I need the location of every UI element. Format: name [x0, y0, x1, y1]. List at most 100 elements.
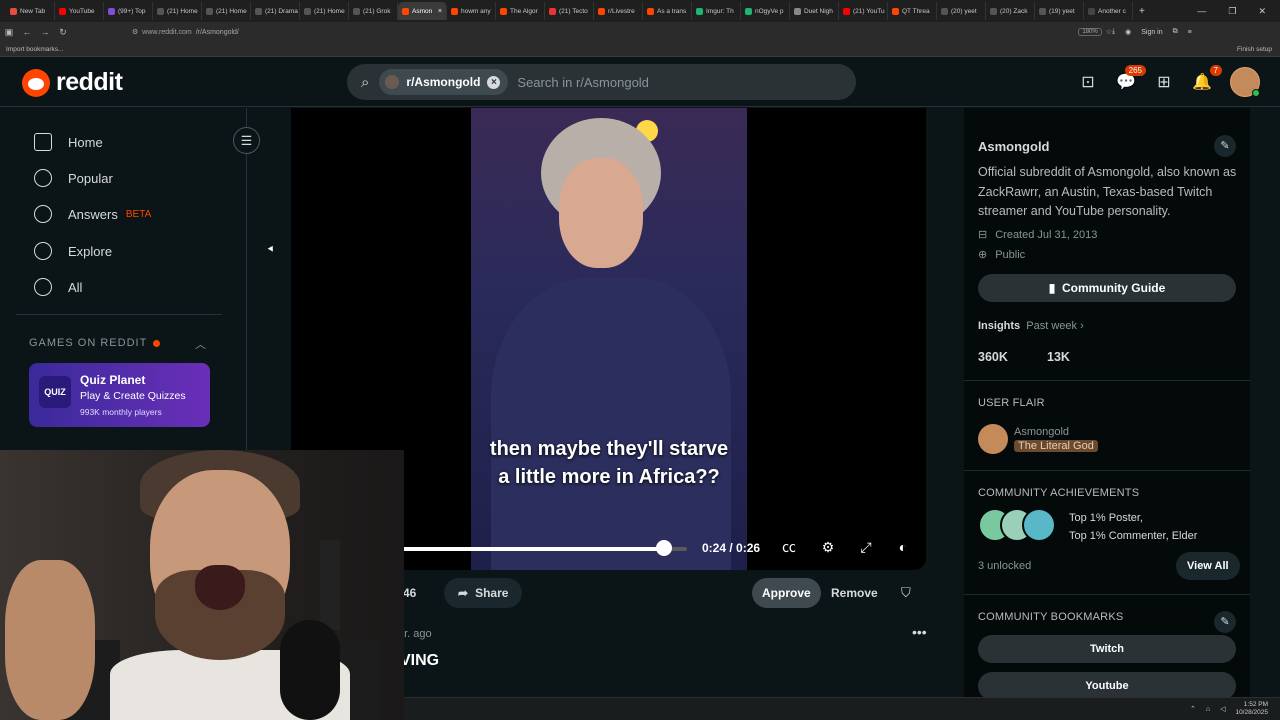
browser-tab[interactable]: Duet Nigh [790, 2, 839, 20]
browser-tab[interactable]: Imgur: Th [692, 2, 741, 20]
approve-button[interactable]: Approve [752, 578, 821, 608]
network-icon[interactable]: ⌂ [1206, 706, 1210, 713]
sidebar-item-explore[interactable]: Explore [34, 242, 112, 260]
insights-link[interactable]: Insights Past week › [978, 320, 1084, 332]
home-icon [34, 133, 52, 151]
zoom-level[interactable]: 180% [1078, 28, 1102, 36]
browser-tab[interactable]: (99+) Top [104, 2, 153, 20]
browser-tab[interactable]: Asmon × [398, 2, 447, 20]
browser-tab[interactable]: r/Livestre [594, 2, 643, 20]
tray-chevron-icon[interactable]: ⌃ [1190, 705, 1196, 713]
site-info-icon[interactable]: ⚙ [132, 28, 138, 36]
browser-tab[interactable]: (21) Home [202, 2, 251, 20]
tab-favicon-icon [108, 7, 115, 15]
browser-tab[interactable]: YouTube [55, 2, 104, 20]
view-all-button[interactable]: View All [1176, 552, 1240, 580]
minimize-icon[interactable]: — [1197, 6, 1206, 17]
post-title[interactable]: VING [400, 652, 439, 670]
browser-tab[interactable]: (20) Zack [986, 2, 1035, 20]
search-input[interactable]: Search in r/Asmongold [517, 75, 649, 90]
browser-tab[interactable]: (21) Drama [251, 2, 300, 20]
game-card-quiz-planet[interactable]: QUIZ Quiz Planet Play & Create Quizzes 9… [29, 363, 210, 427]
browser-tab[interactable]: QT Threa [888, 2, 937, 20]
flair-tag[interactable]: The Literal God [1014, 440, 1098, 452]
video-progress-bar[interactable] [401, 547, 687, 551]
captions-icon[interactable]: ㏄ [780, 538, 798, 556]
online-indicator [1252, 89, 1260, 97]
close-window-icon[interactable]: ✕ [1258, 6, 1266, 17]
mod-shield-icon[interactable]: ⛉ [901, 585, 911, 601]
clock-date: 10/28/2025 [1235, 709, 1268, 716]
browser-tab[interactable]: (21) Grok [349, 2, 398, 20]
clear-chip-icon[interactable]: × [487, 75, 501, 89]
tab-favicon-icon [157, 7, 164, 15]
browser-tab[interactable]: (19) yeet [1035, 2, 1084, 20]
flair-username: Asmongold [1014, 426, 1070, 438]
sidebar-item-home[interactable]: Home [34, 133, 103, 151]
browser-tab[interactable]: New Tab [6, 2, 55, 20]
advertise-icon[interactable]: ⊡ [1078, 72, 1098, 92]
community-guide-button[interactable]: ▮ Community Guide [978, 274, 1236, 302]
notifications-icon[interactable]: 🔔 7 [1192, 65, 1222, 92]
create-post-icon[interactable]: ⊞ [1154, 72, 1174, 92]
import-bookmarks-link[interactable]: Import bookmarks... [6, 46, 63, 53]
share-button[interactable]: ➦ Share [444, 578, 523, 608]
browser-tab[interactable]: (21) Home [153, 2, 202, 20]
browser-tab[interactable]: nOgyVe p [741, 2, 790, 20]
cake-icon: ⊟ [978, 229, 988, 241]
sidebar-item-all[interactable]: All [34, 278, 82, 296]
chat-icon[interactable]: 💬 265 [1116, 65, 1146, 92]
subreddit-search-chip[interactable]: r/Asmongold × [379, 69, 509, 95]
games-heading[interactable]: GAMES ON REDDIT [29, 337, 161, 349]
tab-favicon-icon [941, 7, 948, 15]
progress-handle[interactable] [656, 540, 673, 556]
browser-tab[interactable]: As a trans [643, 2, 692, 20]
popular-icon [34, 169, 52, 187]
bookmark-twitch-button[interactable]: Twitch [978, 635, 1236, 663]
share-icon: ➦ [458, 586, 469, 600]
browser-tab[interactable]: The Algor [496, 2, 545, 20]
system-clock[interactable]: 1:52 PM 10/28/2025 [1235, 701, 1268, 717]
sidebar-toggle-icon[interactable]: ▣ [0, 27, 18, 38]
close-tab-icon[interactable]: × [438, 8, 442, 15]
finish-setup-link[interactable]: Finish setup [1237, 46, 1280, 53]
tab-label: (21) Home [167, 7, 198, 15]
forward-icon[interactable]: → [36, 27, 54, 37]
browser-tab[interactable]: (20) yeet [937, 2, 986, 20]
reddit-logo[interactable]: reddit [22, 68, 123, 97]
collapse-sidebar-button[interactable]: ☰ [233, 127, 260, 154]
account-icon[interactable]: ◉ [1125, 28, 1131, 36]
maximize-icon[interactable]: ❐ [1228, 6, 1236, 17]
more-options-icon[interactable]: ••• [912, 624, 927, 640]
download-icon[interactable]: ⤓ [1112, 28, 1115, 36]
edit-icon[interactable]: ✎ [1214, 135, 1236, 157]
sidebar-item-answers[interactable]: Answers BETA [34, 205, 151, 223]
user-avatar[interactable] [1230, 67, 1260, 97]
browser-tab[interactable]: (21) Tecto [545, 2, 594, 20]
vote-count: 46 [403, 586, 417, 600]
url-field[interactable]: ⚙ www.reddit.com/r/Asmongold/ 180% ☆ [132, 25, 1112, 39]
volume-icon[interactable]: ◐ [894, 538, 912, 556]
reload-icon[interactable]: ↻ [54, 27, 72, 38]
game-meta: 993K monthly players [80, 407, 162, 417]
chevron-up-icon[interactable]: ︿ [195, 336, 206, 352]
browser-tab[interactable]: (21) Home [300, 2, 349, 20]
remove-button[interactable]: Remove [823, 578, 886, 608]
bookmark-youtube-button[interactable]: Youtube [978, 672, 1236, 700]
achievement-icons[interactable] [978, 508, 1058, 542]
edit-bookmarks-icon[interactable]: ✎ [1214, 611, 1236, 633]
extensions-icon[interactable]: ⧉ [1173, 28, 1178, 36]
browser-tab[interactable]: (21) YouTu [839, 2, 888, 20]
fullscreen-icon[interactable]: ⤢ [857, 538, 875, 556]
browser-tab[interactable]: Another c [1084, 2, 1133, 20]
new-tab-icon[interactable]: + [1133, 6, 1151, 17]
speaker-icon[interactable]: ◁ [1220, 705, 1225, 713]
browser-tab[interactable]: howm any [447, 2, 496, 20]
back-icon[interactable]: ← [18, 27, 36, 37]
sign-in-button[interactable]: Sign in [1141, 29, 1162, 36]
settings-icon[interactable]: ⚙ [819, 538, 837, 556]
menu-icon[interactable]: ≡ [1188, 29, 1192, 36]
search-bar[interactable]: ⌕ r/Asmongold × Search in r/Asmongold [347, 64, 856, 100]
tab-label: QT Threa [902, 7, 930, 15]
sidebar-item-popular[interactable]: Popular [34, 169, 113, 187]
